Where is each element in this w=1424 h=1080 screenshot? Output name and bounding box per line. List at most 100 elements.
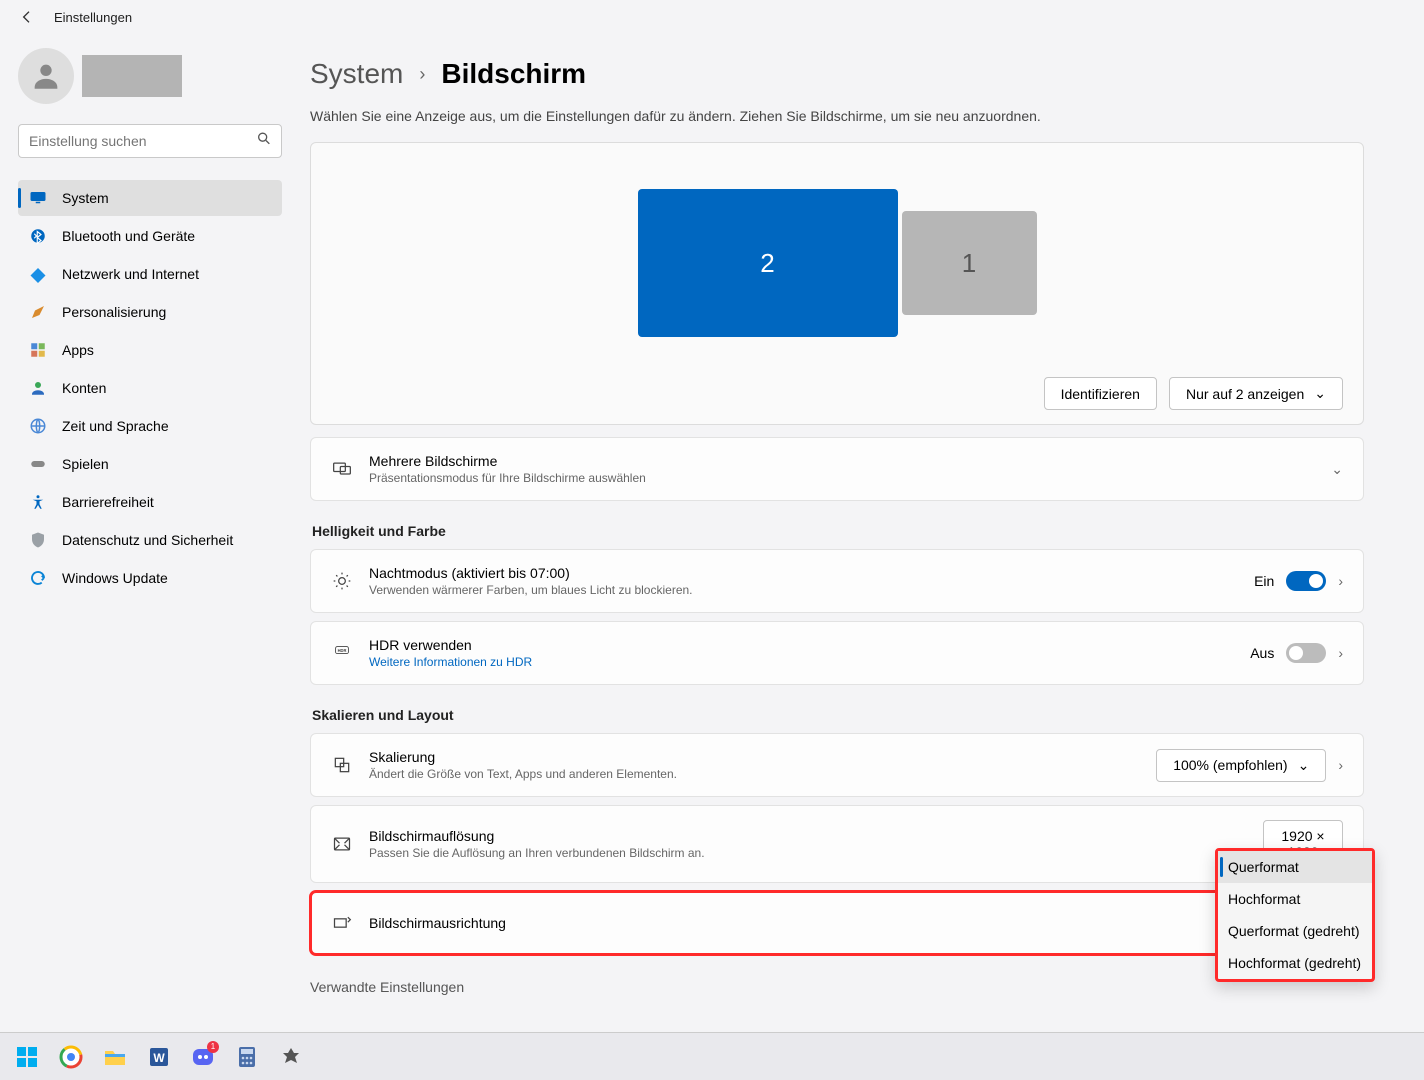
user-name-placeholder <box>82 55 182 97</box>
svg-text:W: W <box>153 1051 165 1065</box>
scaling-row[interactable]: Skalierung Ändert die Größe von Text, Ap… <box>310 733 1364 797</box>
search-icon <box>256 131 272 152</box>
sidebar-item-label: Apps <box>62 342 94 358</box>
breadcrumb-level1[interactable]: System <box>310 58 403 90</box>
hdr-icon: HDR <box>331 642 353 664</box>
sidebar-item-privacy[interactable]: Datenschutz und Sicherheit <box>18 522 282 558</box>
back-icon[interactable] <box>18 8 36 26</box>
sidebar-item-label: Windows Update <box>62 570 168 586</box>
bluetooth-icon <box>28 226 48 246</box>
start-button[interactable] <box>8 1038 46 1076</box>
chevron-right-icon: › <box>1338 757 1343 773</box>
game-icon[interactable] <box>272 1038 310 1076</box>
section-related-partial: Verwandte Einstellungen <box>310 979 1364 995</box>
row-title: Bildschirmauflösung <box>369 828 1247 844</box>
sidebar-item-system[interactable]: System <box>18 180 282 216</box>
sidebar-item-label: Netzwerk und Internet <box>62 266 199 282</box>
sidebar-item-label: Zeit und Sprache <box>62 418 169 434</box>
orientation-option-portrait-flipped[interactable]: Hochformat (gedreht) <box>1218 947 1372 979</box>
row-subtitle: Präsentationsmodus für Ihre Bildschirme … <box>369 471 1315 485</box>
page-title: Bildschirm <box>441 58 586 90</box>
chevron-right-icon: › <box>419 64 425 85</box>
resolution-row[interactable]: Bildschirmauflösung Passen Sie die Auflö… <box>310 805 1364 883</box>
sidebar-item-label: Konten <box>62 380 106 396</box>
resolution-icon <box>331 833 353 855</box>
sidebar-item-bluetooth[interactable]: Bluetooth und Geräte <box>18 218 282 254</box>
wifi-icon <box>28 264 48 284</box>
sidebar-item-network[interactable]: Netzwerk und Internet <box>18 256 282 292</box>
row-title: Nachtmodus (aktiviert bis 07:00) <box>369 565 1238 581</box>
row-title: HDR verwenden <box>369 637 1234 653</box>
displays-icon <box>331 458 353 480</box>
sidebar-item-gaming[interactable]: Spielen <box>18 446 282 482</box>
hdr-row[interactable]: HDR HDR verwenden Weitere Informationen … <box>310 621 1364 685</box>
globe-icon <box>28 416 48 436</box>
accessibility-icon <box>28 492 48 512</box>
night-mode-row[interactable]: Nachtmodus (aktiviert bis 07:00) Verwend… <box>310 549 1364 613</box>
page-description: Wählen Sie eine Anzeige aus, um die Eins… <box>310 108 1364 124</box>
orientation-dropdown-menu: Querformat Hochformat Querformat (gedreh… <box>1215 848 1375 982</box>
chevron-down-icon: ⌄ <box>1314 385 1326 402</box>
orientation-option-portrait[interactable]: Hochformat <box>1218 883 1372 915</box>
scaling-value: 100% (empfohlen) <box>1173 757 1287 773</box>
file-explorer-icon[interactable] <box>96 1038 134 1076</box>
orientation-option-landscape-flipped[interactable]: Querformat (gedreht) <box>1218 915 1372 947</box>
chevron-down-icon: ⌄ <box>1331 461 1343 478</box>
brush-icon <box>28 302 48 322</box>
svg-text:HDR: HDR <box>338 648 347 653</box>
sidebar-item-accessibility[interactable]: Barrierefreiheit <box>18 484 282 520</box>
section-scale-layout: Skalieren und Layout <box>312 707 1362 723</box>
sidebar-item-windows-update[interactable]: Windows Update <box>18 560 282 596</box>
night-light-icon <box>331 570 353 592</box>
display-1[interactable]: 1 <box>902 211 1037 315</box>
scaling-dropdown[interactable]: 100% (empfohlen) ⌄ <box>1156 749 1326 782</box>
shield-icon <box>28 530 48 550</box>
night-mode-toggle[interactable] <box>1286 571 1326 591</box>
update-icon <box>28 568 48 588</box>
chevron-down-icon: ⌄ <box>1298 757 1310 774</box>
display-arrangement-panel: 2 1 Identifizieren Nur auf 2 anzeigen ⌄ <box>310 142 1364 425</box>
row-subtitle: Passen Sie die Auflösung an Ihren verbun… <box>369 846 1247 860</box>
sidebar-item-personalization[interactable]: Personalisierung <box>18 294 282 330</box>
orientation-row[interactable]: Bildschirmausrichtung Querformat Hochfor… <box>310 891 1364 955</box>
row-subtitle: Verwenden wärmerer Farben, um blaues Lic… <box>369 583 1238 597</box>
multiple-displays-row[interactable]: Mehrere Bildschirme Präsentationsmodus f… <box>310 437 1364 501</box>
gamepad-icon <box>28 454 48 474</box>
display-mode-dropdown[interactable]: Nur auf 2 anzeigen ⌄ <box>1169 377 1343 410</box>
display-2[interactable]: 2 <box>638 189 898 337</box>
toggle-state-label: Ein <box>1254 573 1274 589</box>
orientation-option-landscape[interactable]: Querformat <box>1218 851 1372 883</box>
sidebar-item-label: Personalisierung <box>62 304 166 320</box>
chevron-right-icon: › <box>1338 645 1343 661</box>
search-input[interactable] <box>18 124 282 158</box>
section-brightness-color: Helligkeit und Farbe <box>312 523 1362 539</box>
identify-button[interactable]: Identifizieren <box>1044 377 1157 410</box>
chrome-icon[interactable] <box>52 1038 90 1076</box>
row-subtitle: Ändert die Größe von Text, Apps und ande… <box>369 767 1140 781</box>
discord-badge: 1 <box>207 1041 219 1053</box>
row-title: Mehrere Bildschirme <box>369 453 1315 469</box>
discord-icon[interactable]: 1 <box>184 1038 222 1076</box>
row-title: Skalierung <box>369 749 1140 765</box>
breadcrumb: System › Bildschirm <box>310 58 1364 90</box>
avatar <box>18 48 74 104</box>
chevron-right-icon: › <box>1338 573 1343 589</box>
window-title: Einstellungen <box>54 10 132 25</box>
orientation-icon <box>331 912 353 934</box>
sidebar-item-label: Spielen <box>62 456 109 472</box>
sidebar-item-time-language[interactable]: Zeit und Sprache <box>18 408 282 444</box>
sidebar-item-label: Barrierefreiheit <box>62 494 154 510</box>
toggle-state-label: Aus <box>1250 645 1274 661</box>
sidebar-item-apps[interactable]: Apps <box>18 332 282 368</box>
hdr-toggle[interactable] <box>1286 643 1326 663</box>
person-icon <box>28 378 48 398</box>
apps-icon <box>28 340 48 360</box>
sidebar-item-label: System <box>62 190 109 206</box>
monitor-icon <box>28 188 48 208</box>
word-icon[interactable]: W <box>140 1038 178 1076</box>
row-title: Bildschirmausrichtung <box>369 915 1343 931</box>
sidebar-item-accounts[interactable]: Konten <box>18 370 282 406</box>
hdr-info-link[interactable]: Weitere Informationen zu HDR <box>369 655 1234 669</box>
scale-icon <box>331 754 353 776</box>
calculator-icon[interactable] <box>228 1038 266 1076</box>
